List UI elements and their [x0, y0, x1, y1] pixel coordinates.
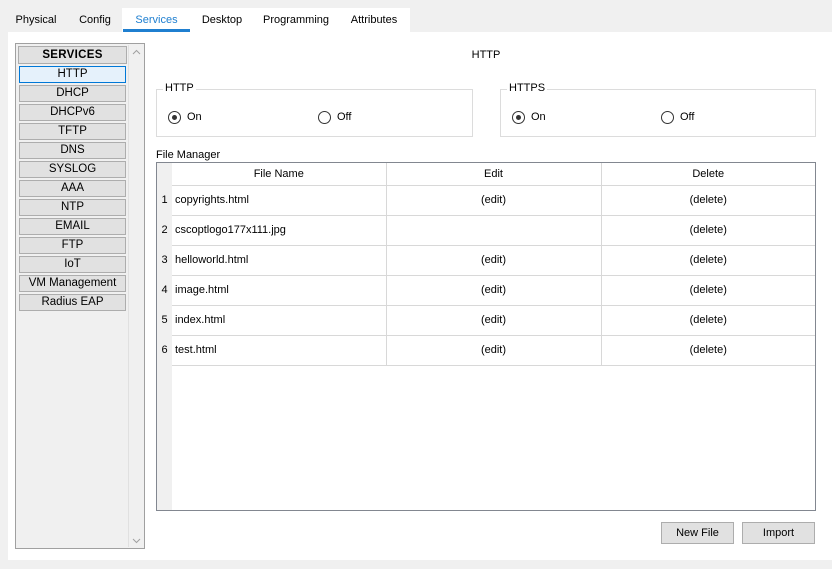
https-group: HTTPS On Off	[500, 82, 816, 137]
edit-link[interactable]: (edit)	[386, 305, 602, 336]
delete-link[interactable]: (delete)	[601, 245, 815, 276]
service-item-email[interactable]: EMAIL	[19, 218, 126, 235]
service-item-aaa[interactable]: AAA	[19, 180, 126, 197]
service-item-radius-eap[interactable]: Radius EAP	[19, 294, 126, 311]
radio-checked-icon[interactable]	[512, 110, 525, 124]
service-item-iot[interactable]: IoT	[19, 256, 126, 273]
row-number-header	[157, 163, 172, 185]
file-name-cell: test.html	[172, 335, 387, 366]
https-off-radio[interactable]: Off	[661, 110, 694, 124]
delete-link[interactable]: (delete)	[601, 335, 815, 366]
import-button[interactable]: Import	[742, 522, 815, 544]
services-list: SERVICES HTTP DHCP DHCPv6 TFTP DNS SYSLO…	[17, 45, 128, 311]
scroll-down-arrow-icon[interactable]	[132, 536, 141, 545]
service-item-ntp[interactable]: NTP	[19, 199, 126, 216]
tab-services[interactable]: Services	[123, 8, 190, 32]
https-on-label: On	[531, 111, 546, 123]
table-row: 5 index.html (edit) (delete)	[157, 305, 815, 336]
https-group-label: HTTPS	[507, 82, 548, 94]
edit-link[interactable]: (edit)	[386, 245, 602, 276]
radio-unchecked-icon[interactable]	[661, 110, 674, 124]
table-row: 6 test.html (edit) (delete)	[157, 335, 815, 366]
service-item-dns[interactable]: DNS	[19, 142, 126, 159]
service-item-syslog[interactable]: SYSLOG	[19, 161, 126, 178]
file-name-cell: index.html	[172, 305, 387, 336]
file-manager-table: File Name Edit Delete 1 copyrights.html …	[157, 163, 815, 366]
service-item-vm-management[interactable]: VM Management	[19, 275, 126, 292]
http-group-label: HTTP	[163, 82, 196, 94]
table-row: 4 image.html (edit) (delete)	[157, 275, 815, 306]
http-on-radio[interactable]: On	[168, 110, 202, 124]
file-name-cell: image.html	[172, 275, 387, 306]
column-header-edit: Edit	[386, 163, 602, 186]
http-off-label: Off	[337, 111, 352, 123]
file-name-cell: copyrights.html	[172, 185, 387, 216]
https-off-label: Off	[680, 111, 695, 123]
edit-link[interactable]: (edit)	[386, 185, 602, 216]
http-off-radio[interactable]: Off	[318, 110, 351, 124]
radio-unchecked-icon[interactable]	[318, 110, 331, 124]
http-on-label: On	[187, 111, 202, 123]
column-header-delete: Delete	[601, 163, 815, 186]
table-row: 2 cscoptlogo177x111.jpg (delete)	[157, 215, 815, 246]
row-number: 5	[157, 305, 172, 335]
edit-link[interactable]: (edit)	[386, 275, 602, 306]
delete-link[interactable]: (delete)	[601, 275, 815, 306]
file-manager-table-box: File Name Edit Delete 1 copyrights.html …	[156, 162, 816, 511]
service-item-dhcpv6[interactable]: DHCPv6	[19, 104, 126, 121]
new-file-button[interactable]: New File	[661, 522, 734, 544]
file-name-cell: helloworld.html	[172, 245, 387, 276]
edit-link[interactable]: (edit)	[386, 335, 602, 366]
http-group: HTTP On Off	[156, 82, 473, 137]
delete-link[interactable]: (delete)	[601, 305, 815, 336]
tab-programming[interactable]: Programming	[258, 8, 334, 32]
tab-config[interactable]: Config	[72, 8, 118, 32]
services-header: SERVICES	[18, 46, 127, 64]
row-number: 6	[157, 335, 172, 365]
row-number: 4	[157, 275, 172, 305]
row-number: 1	[157, 185, 172, 215]
tab-physical[interactable]: Physical	[8, 8, 64, 32]
https-on-radio[interactable]: On	[512, 110, 546, 124]
page-title: HTTP	[471, 49, 501, 61]
row-number: 3	[157, 245, 172, 275]
service-item-dhcp[interactable]: DHCP	[19, 85, 126, 102]
table-row: 3 helloworld.html (edit) (delete)	[157, 245, 815, 276]
delete-link[interactable]: (delete)	[601, 185, 815, 216]
tab-desktop[interactable]: Desktop	[194, 8, 250, 32]
edit-cell-empty	[386, 215, 602, 246]
tab-attributes[interactable]: Attributes	[342, 8, 406, 32]
table-row: 1 copyrights.html (edit) (delete)	[157, 185, 815, 216]
service-item-tftp[interactable]: TFTP	[19, 123, 126, 140]
file-name-cell: cscoptlogo177x111.jpg	[172, 215, 387, 246]
tab-bar: Physical Config Services Desktop Program…	[0, 0, 832, 32]
radio-checked-icon[interactable]	[168, 110, 181, 124]
services-scrollbar[interactable]	[128, 45, 143, 547]
service-item-ftp[interactable]: FTP	[19, 237, 126, 254]
table-header-row: File Name Edit Delete	[157, 163, 815, 186]
scroll-up-arrow-icon[interactable]	[132, 48, 141, 57]
file-manager-label: File Manager	[156, 149, 221, 161]
column-header-file-name: File Name	[172, 163, 387, 186]
row-number: 2	[157, 215, 172, 245]
services-list-panel: SERVICES HTTP DHCP DHCPv6 TFTP DNS SYSLO…	[15, 43, 145, 549]
service-item-http[interactable]: HTTP	[19, 66, 126, 83]
delete-link[interactable]: (delete)	[601, 215, 815, 246]
